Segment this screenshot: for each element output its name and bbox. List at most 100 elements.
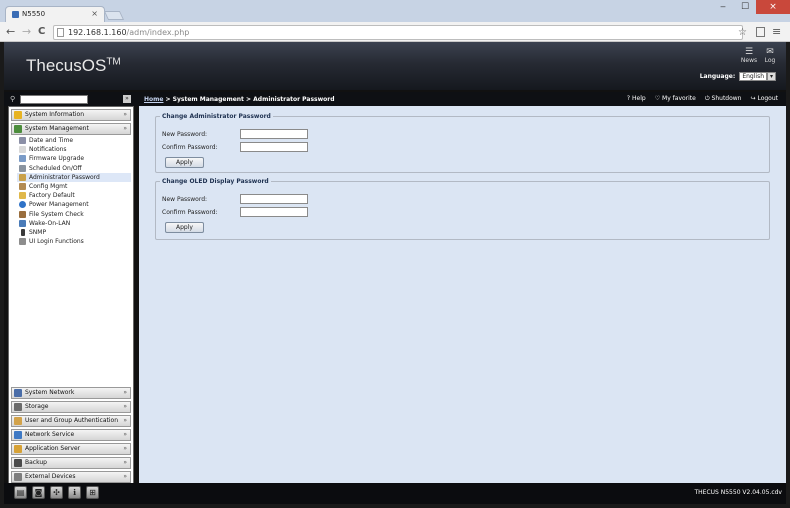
logo-text: ThecusOS	[26, 56, 107, 75]
snmp-icon	[21, 228, 25, 236]
login-icon	[19, 238, 26, 246]
tab-title: N5550	[22, 10, 46, 18]
sidebar-item-factory-default[interactable]: Factory Default	[17, 191, 131, 200]
chevron-icon: »	[123, 403, 127, 410]
network-status-button[interactable]: ⊞	[86, 486, 99, 499]
reload-icon[interactable]: C	[38, 25, 45, 39]
category-backup[interactable]: Backup »	[11, 457, 131, 469]
browser-tabstrip: N5550 × ‒ ☐ ×	[0, 0, 790, 22]
language-select[interactable]: English	[739, 72, 767, 81]
menu-search-input[interactable]	[20, 95, 88, 104]
admin-confirm-password-label: Confirm Password:	[162, 144, 218, 151]
camera-button[interactable]: ◙	[32, 486, 45, 499]
shutdown-label: Shutdown	[711, 95, 742, 102]
thecus-logo: ThecusOSTM	[26, 56, 121, 76]
favorite-label: My favorite	[662, 95, 696, 102]
category-system-management[interactable]: System Management »	[11, 123, 131, 135]
maximize-button[interactable]: ☐	[734, 0, 756, 14]
sidebar-item-ui-login-functions[interactable]: UI Login Functions	[17, 237, 131, 246]
search-button[interactable]: »	[123, 95, 131, 103]
sidebar-item-administrator-password[interactable]: Administrator Password	[17, 172, 131, 182]
admin-new-password-input[interactable]	[240, 129, 308, 139]
search-icon: ⚲	[10, 95, 16, 103]
category-external-devices[interactable]: External Devices »	[11, 471, 131, 483]
tab-close-icon[interactable]: ×	[91, 9, 98, 18]
sidebar-item-notifications[interactable]: Notifications	[17, 145, 131, 154]
sidebar-item-firmware-upgrade[interactable]: Firmware Upgrade	[17, 154, 131, 163]
sidebar-item-wake-on-lan[interactable]: Wake-On-LAN	[17, 219, 131, 228]
help-icon: ?	[626, 95, 631, 102]
item-label: Wake-On-LAN	[29, 219, 71, 227]
thecus-app: ThecusOSTM ☰ News ✉ Log Language: Englis…	[4, 42, 786, 504]
network-icon	[14, 389, 22, 397]
category-system-information[interactable]: System Information »	[11, 109, 131, 121]
category-storage[interactable]: Storage »	[11, 401, 131, 413]
favorite-link[interactable]: ♡ My favorite	[655, 95, 696, 103]
url-text: 192.168.1.160/adm/index.php	[68, 28, 189, 37]
temperature-button[interactable]: ℹ	[68, 486, 81, 499]
sidebar-item-date-and-time[interactable]: Date and Time	[17, 136, 131, 145]
disk-status-button[interactable]: ▤	[14, 486, 27, 499]
app-header: ThecusOSTM ☰ News ✉ Log Language: Englis…	[4, 42, 786, 90]
breadcrumb-home[interactable]: Home	[144, 96, 163, 103]
lightbulb-icon	[19, 192, 26, 200]
sidebar-bottom-categories: System Network » Storage » User and Group …	[9, 385, 133, 485]
item-label: Date and Time	[29, 137, 74, 144]
sidebar-item-snmp[interactable]: SNMP	[17, 228, 131, 237]
item-label: Power Management	[29, 201, 89, 209]
logout-icon: ↪	[750, 95, 756, 102]
fan-button[interactable]: ✣	[50, 486, 63, 499]
chevron-icon: »	[123, 459, 127, 466]
menu-icon[interactable]: ≡	[772, 25, 781, 38]
sidebar-item-config-mgmt[interactable]: Config Mgmt	[17, 182, 131, 191]
logout-link[interactable]: ↪ Logout	[751, 95, 779, 103]
browser-tab[interactable]: N5550 ×	[5, 6, 105, 22]
sidebar-item-file-system-check[interactable]: File System Check	[17, 210, 131, 219]
minimize-button[interactable]: ‒	[712, 0, 734, 14]
url-path: /adm/index.php	[126, 28, 190, 37]
sidebar-item-scheduled-on-off[interactable]: Scheduled On/Off	[17, 164, 131, 173]
rss-icon: ☰	[744, 47, 754, 57]
speech-bubble-icon: ✉	[766, 47, 774, 57]
bookmark-star-icon[interactable]: ☆	[738, 26, 747, 40]
sidebar-item-power-management[interactable]: Power Management	[17, 200, 131, 209]
address-bar[interactable]: 192.168.1.160/adm/index.php ☆	[53, 25, 747, 40]
category-system-network[interactable]: System Network »	[11, 387, 131, 399]
shutdown-link[interactable]: ⏻ Shutdown	[705, 95, 742, 103]
info-icon	[14, 111, 22, 119]
filesystem-icon	[19, 210, 26, 218]
admin-confirm-password-input[interactable]	[240, 142, 308, 152]
oled-new-password-label: New Password:	[162, 196, 208, 203]
oled-confirm-password-input[interactable]	[240, 207, 308, 217]
app-footer: ▤ ◙ ✣ ℹ ⊞ THECUS N5550 V2.04.05.cdv	[4, 483, 786, 504]
back-icon[interactable]: ←	[6, 25, 15, 39]
top-actions: ? Help ♡ My favorite ⏻ Shutdown ↪ Logout	[627, 95, 778, 103]
oled-apply-button[interactable]: Apply	[165, 222, 204, 233]
config-icon	[19, 182, 26, 190]
category-user-and-group-authentication[interactable]: User and Group Authentication »	[11, 415, 131, 427]
close-window-button[interactable]: ×	[756, 0, 790, 14]
admin-password-section: Change Administrator Password New Passwo…	[155, 113, 770, 173]
category-application-server[interactable]: Application Server »	[11, 443, 131, 455]
item-label: Factory Default	[29, 192, 75, 200]
oled-password-section: Change OLED Display Password New Passwor…	[155, 178, 770, 240]
category-network-service[interactable]: Network Service »	[11, 429, 131, 441]
help-link[interactable]: ? Help	[627, 95, 646, 103]
news-link[interactable]: ☰ News	[740, 47, 758, 65]
new-tab-button[interactable]	[103, 11, 125, 20]
category-label: Storage	[25, 403, 49, 410]
oled-new-password-input[interactable]	[240, 194, 308, 204]
extension-icon[interactable]	[756, 27, 765, 37]
logo-tm: TM	[106, 56, 121, 68]
forward-icon[interactable]: →	[22, 25, 31, 39]
news-label: News	[740, 57, 758, 64]
storage-icon	[14, 403, 22, 411]
tab-favicon-icon	[12, 11, 19, 18]
log-link[interactable]: ✉ Log	[761, 47, 779, 65]
admin-apply-button[interactable]: Apply	[165, 157, 204, 168]
notification-icon	[19, 146, 26, 154]
chevron-down-icon[interactable]: ▾	[767, 72, 776, 81]
category-label: External Devices	[25, 473, 76, 480]
admin-password-legend: Change Administrator Password	[162, 113, 271, 120]
chevron-icon: »	[123, 473, 127, 480]
